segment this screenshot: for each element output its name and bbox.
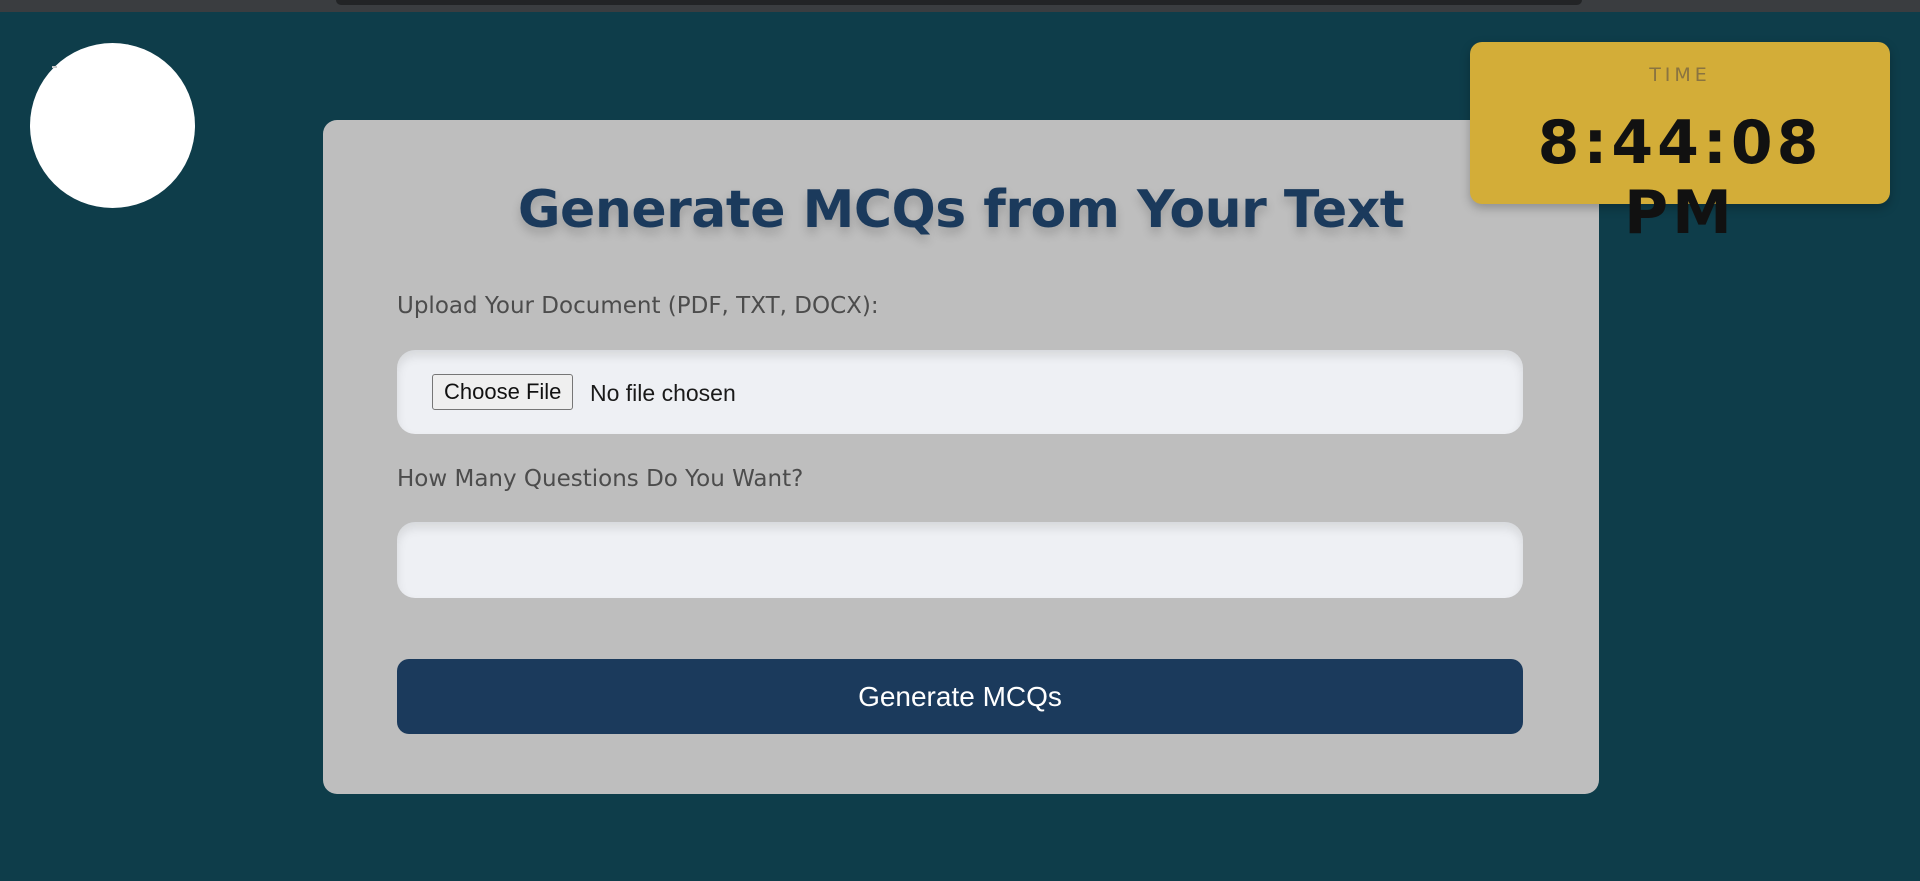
file-upload-field[interactable]: Choose File No file chosen (397, 350, 1523, 434)
avatar-mark (52, 66, 57, 68)
question-count-input[interactable] (397, 522, 1523, 598)
top-strip-bar (336, 0, 1582, 5)
question-count-field[interactable] (397, 522, 1523, 598)
time-widget: TIME 8:44:08 PM (1470, 42, 1890, 248)
time-value: 8:44:08 PM (1537, 108, 1823, 248)
browser-top-strip (0, 0, 1920, 12)
question-count-label: How Many Questions Do You Want? (397, 466, 804, 492)
page-title: Generate MCQs from Your Text (517, 180, 1405, 240)
upload-label: Upload Your Document (PDF, TXT, DOCX): (397, 293, 879, 319)
generate-mcqs-button[interactable]: Generate MCQs (397, 659, 1523, 734)
mcq-form-card: Generate MCQs from Your Text Upload Your… (323, 120, 1599, 794)
time-label: TIME (1649, 64, 1711, 86)
choose-file-button[interactable]: Choose File (432, 374, 574, 410)
file-status-text: No file chosen (590, 380, 736, 406)
